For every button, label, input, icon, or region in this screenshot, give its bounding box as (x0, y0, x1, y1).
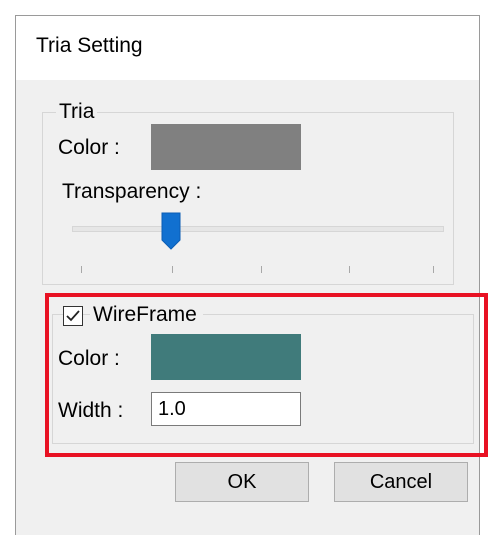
slider-tick (172, 266, 173, 273)
tria-color-swatch[interactable] (151, 124, 301, 170)
tria-setting-dialog: Tria Setting Tria Color : Transparency :… (15, 15, 480, 535)
tria-color-label: Color : (58, 136, 120, 159)
slider-tick (81, 266, 82, 273)
slider-tick (433, 266, 434, 273)
cancel-button[interactable]: Cancel (334, 462, 468, 502)
transparency-slider-thumb[interactable] (161, 212, 181, 250)
transparency-label: Transparency : (62, 180, 202, 203)
title-bar: Tria Setting (16, 16, 479, 80)
slider-tick (261, 266, 262, 273)
highlight-rectangle (45, 293, 488, 457)
dialog-title: Tria Setting (36, 34, 143, 57)
tria-group-legend: Tria (56, 100, 98, 124)
slider-tick (349, 266, 350, 273)
transparency-slider-track[interactable] (72, 226, 444, 232)
ok-button[interactable]: OK (175, 462, 309, 502)
